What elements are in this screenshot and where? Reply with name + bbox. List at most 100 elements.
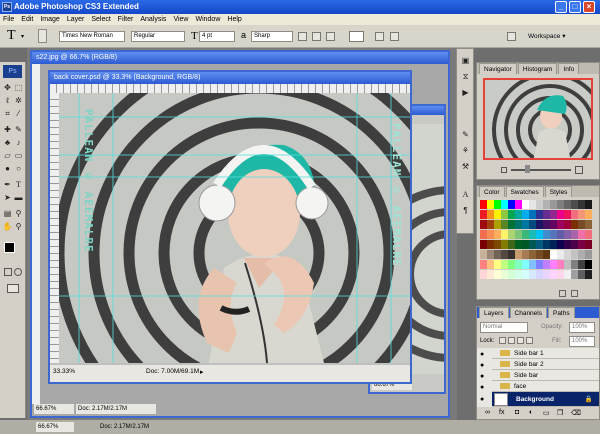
eye-icon[interactable]: ● <box>480 396 484 403</box>
document-size-info[interactable]: Doc: 2.17M/2.17M <box>100 422 149 432</box>
new-swatch-icon[interactable] <box>559 290 566 297</box>
link-layers-icon[interactable]: ∞ <box>485 409 490 416</box>
dodge-tool-icon[interactable]: ○ <box>13 163 24 174</box>
swatch[interactable] <box>571 220 578 229</box>
swatch[interactable] <box>494 260 501 269</box>
swatch[interactable] <box>550 230 557 239</box>
swatch[interactable] <box>536 270 543 279</box>
type-tool-icon[interactable]: T <box>13 179 24 190</box>
swatch[interactable] <box>536 240 543 249</box>
menu-layer[interactable]: Layer <box>67 14 85 25</box>
status-menu-arrow-icon[interactable]: ▸ <box>200 368 204 376</box>
swatch[interactable] <box>543 230 550 239</box>
menu-help[interactable]: Help <box>227 14 241 25</box>
swatch[interactable] <box>522 200 529 209</box>
swatch[interactable] <box>543 260 550 269</box>
swatch[interactable] <box>529 250 536 259</box>
crop-tool-icon[interactable]: ⌗ <box>2 108 13 119</box>
swatch[interactable] <box>522 230 529 239</box>
swatch[interactable] <box>515 220 522 229</box>
swatch[interactable] <box>480 210 487 219</box>
swatch[interactable] <box>501 260 508 269</box>
swatch[interactable] <box>557 230 564 239</box>
move-tool-icon[interactable]: ✥ <box>2 82 13 93</box>
swatch[interactable] <box>578 220 585 229</box>
swatch[interactable] <box>487 240 494 249</box>
swatch[interactable] <box>529 240 536 249</box>
slice-tool-icon[interactable]: ⁄ <box>13 108 24 119</box>
lasso-tool-icon[interactable]: ℓ <box>2 95 13 106</box>
swatch[interactable] <box>571 230 578 239</box>
swatch[interactable] <box>557 220 564 229</box>
swatch[interactable] <box>578 270 585 279</box>
swatch[interactable] <box>508 220 515 229</box>
swatch[interactable] <box>550 240 557 249</box>
swatch[interactable] <box>543 240 550 249</box>
swatch[interactable] <box>480 240 487 249</box>
swatch[interactable] <box>585 230 592 239</box>
swatch[interactable] <box>508 200 515 209</box>
swatch[interactable] <box>522 220 529 229</box>
eye-icon[interactable]: ● <box>480 362 484 369</box>
close-button[interactable]: × <box>583 1 595 13</box>
swatch[interactable] <box>529 260 536 269</box>
document-size-info[interactable]: Doc: 2.17M/2.17M <box>76 404 156 414</box>
new-layer-icon[interactable]: ❐ <box>557 409 563 417</box>
shape-tool-icon[interactable]: ▬ <box>13 192 24 203</box>
menu-select[interactable]: Select <box>91 14 110 25</box>
eye-icon[interactable]: ● <box>480 384 484 391</box>
blend-mode-select[interactable]: Normal <box>480 322 528 333</box>
font-family-select[interactable]: Times New Roman <box>59 31 125 42</box>
align-right-icon[interactable] <box>326 32 335 41</box>
healing-brush-tool-icon[interactable]: ✚ <box>2 124 13 135</box>
zoom-tool-icon[interactable]: ⚲ <box>13 221 24 232</box>
zoom-slider[interactable] <box>511 169 571 171</box>
swatch[interactable] <box>578 210 585 219</box>
swatch[interactable] <box>480 260 487 269</box>
lock-transparency-icon[interactable] <box>499 337 506 344</box>
swatch[interactable] <box>494 220 501 229</box>
swatch[interactable] <box>515 270 522 279</box>
notes-tool-icon[interactable]: ▤ <box>2 208 13 219</box>
swatch[interactable] <box>529 230 536 239</box>
document-window-back-cover[interactable]: back cover.psd @ 33.3% (Background, RGB/… <box>48 70 412 384</box>
align-left-icon[interactable] <box>298 32 307 41</box>
tab-layers[interactable]: Layers <box>479 307 509 318</box>
swatch[interactable] <box>508 230 515 239</box>
tab-color[interactable]: Color <box>479 186 505 197</box>
swatch[interactable] <box>508 250 515 259</box>
gradient-tool-icon[interactable]: ▭ <box>13 150 24 161</box>
foreground-color-swatch[interactable] <box>4 242 15 253</box>
menu-file[interactable]: File <box>3 14 14 25</box>
swatch[interactable] <box>529 270 536 279</box>
swatch[interactable] <box>543 220 550 229</box>
layer-mask-icon[interactable]: ◘ <box>515 409 519 416</box>
swatch[interactable] <box>557 200 564 209</box>
clone-stamp-tool-icon[interactable]: ♣ <box>2 137 13 148</box>
swatch[interactable] <box>564 270 571 279</box>
swatch[interactable] <box>494 210 501 219</box>
swatch[interactable] <box>564 220 571 229</box>
swatch[interactable] <box>564 250 571 259</box>
history-dock-icon[interactable]: ⧖ <box>460 71 471 82</box>
swatch[interactable] <box>550 270 557 279</box>
clone-source-dock-icon[interactable]: ⚘ <box>460 145 471 156</box>
ps-logo-icon[interactable]: Ps <box>3 65 22 78</box>
history-brush-tool-icon[interactable]: ♪ <box>13 137 24 148</box>
swatch[interactable] <box>480 270 487 279</box>
menu-view[interactable]: View <box>173 14 188 25</box>
magic-wand-tool-icon[interactable]: ✲ <box>13 95 24 106</box>
swatch[interactable] <box>487 200 494 209</box>
swatch[interactable] <box>550 260 557 269</box>
swatch[interactable] <box>550 250 557 259</box>
swatch[interactable] <box>494 270 501 279</box>
screen-mode-icon[interactable] <box>7 284 19 293</box>
type-tool-preset-icon[interactable]: T <box>7 28 16 44</box>
swatch[interactable] <box>494 200 501 209</box>
swatch[interactable] <box>487 260 494 269</box>
swatch[interactable] <box>557 260 564 269</box>
swatch[interactable] <box>515 250 522 259</box>
swatch[interactable] <box>508 240 515 249</box>
swatch[interactable] <box>501 210 508 219</box>
swatch[interactable] <box>501 200 508 209</box>
